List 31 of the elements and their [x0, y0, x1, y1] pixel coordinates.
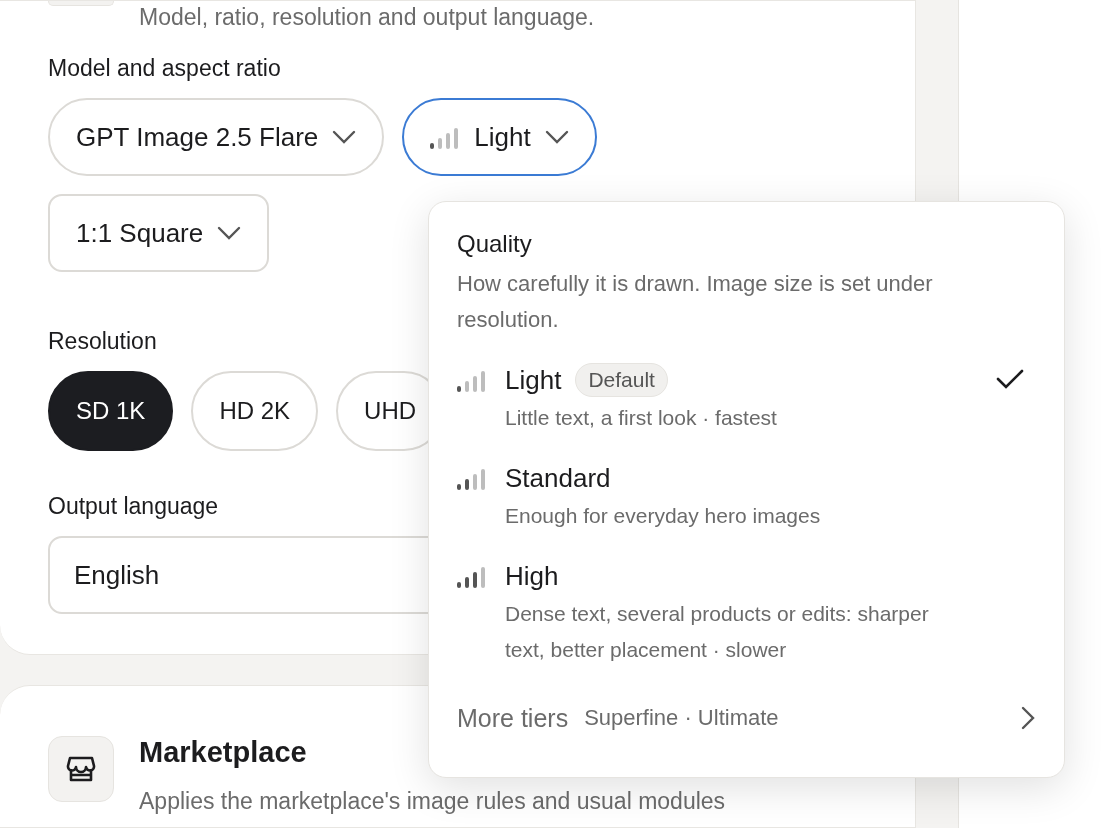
default-badge: Default	[575, 363, 668, 397]
more-tiers-item[interactable]: More tiers Superfine · Ultimate	[457, 688, 1036, 748]
option-label: Light	[505, 364, 562, 396]
quality-dropdown[interactable]: Light	[402, 98, 597, 176]
chevron-down-icon	[544, 130, 569, 144]
model-label: Model and aspect ratio	[48, 55, 281, 82]
menu-description: How carefully it is drawn. Image size is set under resolution.	[457, 270, 934, 334]
signal-bars-icon	[457, 466, 487, 490]
quality-option[interactable]: Standard Enough for everyday hero images	[457, 458, 1036, 534]
option-label: Standard	[505, 462, 611, 494]
signal-bars-icon	[430, 125, 461, 149]
option-detail: Little text, a first look · fastest	[505, 405, 778, 431]
signal-bars-icon	[457, 564, 487, 588]
signal-bars-icon	[457, 368, 487, 392]
option-label: High	[505, 560, 559, 592]
resolution-label: Resolution	[48, 328, 157, 355]
option-detail: Enough for everyday hero images	[505, 503, 822, 529]
marketplace-title: Marketplace	[139, 736, 308, 769]
chevron-down-icon	[217, 226, 242, 240]
quality-option[interactable]: Light Default Little text, a first look · fastest	[457, 360, 1036, 436]
model-dropdown[interactable]: GPT Image 2.5 Flare	[48, 98, 385, 176]
chevron-right-icon	[1020, 705, 1036, 731]
resolution-chip[interactable]: HD 2K	[191, 371, 319, 451]
language-label: Output language	[48, 493, 219, 520]
chevron-down-icon	[332, 130, 357, 144]
aspect-ratio-dropdown[interactable]: 1:1 Square	[48, 194, 270, 272]
marketplace-description: Applies the marketplace's image rules and usual modules	[139, 787, 726, 815]
resolution-chip[interactable]: SD 1K	[48, 371, 174, 451]
menu-title: Quality	[457, 230, 533, 258]
section-description: Model, ratio, resolution and output language.	[139, 3, 595, 31]
store-icon	[66, 755, 96, 783]
